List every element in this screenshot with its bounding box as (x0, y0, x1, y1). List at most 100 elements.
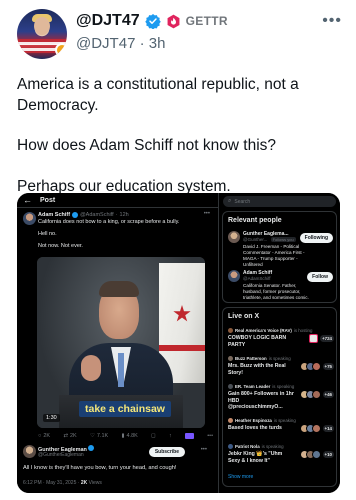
host-avatar (228, 418, 233, 423)
relevant-person-avatar (228, 270, 240, 282)
relevant-people-title: Relevant people (228, 217, 282, 224)
live-status: is speaking (261, 444, 284, 449)
live-item: Heather Espinoza is speaking Based loves … (228, 418, 334, 433)
repost-count: 2K (69, 433, 77, 439)
relevant-person-bio: California Senator. Father, husband, for… (243, 283, 309, 300)
tweet-time: 12h (119, 212, 129, 218)
listener-count: +724 (320, 335, 334, 342)
video-caption: take a chainsaw (79, 401, 171, 417)
live-host-name: ER. Team Leader (235, 384, 271, 389)
embed-main-column: ← Post Adam Schiff @AdamSchiff · 12h •••… (17, 193, 218, 493)
relevant-person-avatar (228, 231, 240, 243)
more-icon: ••• (207, 433, 213, 439)
live-host-name: Patriot Nola (235, 444, 260, 449)
live-listeners: +75 (299, 362, 334, 371)
live-status: is speaking (268, 356, 291, 361)
relevant-person-handle: @Gunther... (243, 237, 268, 242)
avatar[interactable] (17, 9, 67, 59)
live-item-title: Jebkr King 👑's "Uhm Sexy & I know It" (228, 451, 283, 464)
embed-topbar: ← Post (17, 193, 218, 208)
live-status: is hosting (293, 328, 313, 333)
live-item-title: COWBOY LOGIC BARN PARTY (228, 335, 287, 348)
verified-icon (72, 212, 79, 218)
show-more-link: Show more (228, 474, 254, 480)
live-status: is speaking (272, 384, 295, 389)
tweet-author-handle: @AdamSchiff (80, 212, 114, 218)
live-listeners: +46 (299, 390, 334, 399)
repost-action: ⇄ 2K (63, 433, 76, 439)
relevant-people-panel: Relevant people Gunther Eaglema... @Gunt… (222, 211, 337, 303)
live-item-title: Gain 800+ Followers in 1hr HBD @precious… (228, 391, 294, 410)
host-avatar (228, 444, 233, 449)
back-arrow-icon: ← (23, 195, 32, 205)
time-ago[interactable]: 3h (149, 35, 166, 52)
live-item: Real America's Voice (RAV) is hosting COW… (228, 328, 334, 348)
live-host-name: Buzz Patterson (235, 356, 267, 361)
live-item-title: Based loves the turds (228, 425, 282, 431)
live-host-name: Real America's Voice (RAV) (235, 328, 292, 333)
tweet-author-name: Adam Schiff (38, 212, 71, 218)
following-button: Following (299, 233, 333, 243)
listener-avatar (311, 390, 321, 399)
speaker-hand (81, 355, 101, 381)
tweet-line: Hell no. (38, 231, 57, 237)
share-icon: ↑ (168, 433, 172, 439)
like-action: ♡ 7.1K (90, 433, 108, 439)
views-icon: ▮ (121, 433, 125, 439)
gunther-avatar (23, 445, 36, 458)
tweet-actions: ○ 2K ⇄ 2K ♡ 7.1K ▮ 4.8K ◻ ↑ ••• (38, 433, 213, 439)
display-name[interactable]: @DJT47 (76, 12, 140, 30)
live-listeners: +10 (299, 450, 334, 459)
relevant-person-handle-row: @Gunther... Follows you (243, 237, 296, 242)
verified-icon (144, 14, 161, 29)
listener-avatar (311, 424, 321, 433)
live-listeners: +14 (299, 424, 334, 433)
verified-icon (88, 445, 95, 451)
speaker-tie (118, 353, 124, 387)
post-paragraph: America is a constitutional republic, no… (17, 76, 299, 114)
handle[interactable]: @DJT47 (76, 35, 135, 52)
live-title: Live on X (228, 313, 260, 320)
handle-separator: · (139, 35, 149, 52)
live-host: Real America's Voice (RAV) is hosting (228, 328, 334, 333)
follows-you-badge: Follows you (270, 237, 296, 242)
listener-count: +14 (322, 425, 334, 432)
schiff-avatar (23, 212, 36, 225)
repost-icon: ⇄ (63, 433, 68, 439)
reply-author-handle: @GuntherEagleman (38, 452, 84, 458)
reply-views-label: Views (88, 480, 102, 486)
search-input: ⌕ Search (223, 196, 336, 207)
subscribe-button: Subscribe (148, 447, 185, 457)
avatar-head (34, 17, 50, 35)
handle-row: @DJT47 · 3h (76, 35, 165, 52)
live-listeners: +724 (309, 334, 334, 343)
tweet-author: Adam Schiff @AdamSchiff · 12h (38, 212, 129, 218)
grok-icon (184, 433, 194, 439)
reply-count: 2K (43, 433, 51, 439)
more-options-icon[interactable]: ••• (322, 12, 342, 30)
host-avatar (228, 384, 233, 389)
video-duration: 1:30 (43, 414, 60, 422)
bookmark-icon: ◻ (151, 433, 156, 439)
like-count: 7.1K (96, 433, 109, 439)
reply-more-icon: ••• (200, 447, 207, 453)
relevant-person-handle: @AdamSchiff (243, 276, 271, 281)
tweet-video: take a chainsaw 1:30 (37, 257, 205, 428)
embed-post-title: Post (40, 196, 56, 204)
tweet-line: Not now. Not ever. (38, 243, 83, 249)
host-avatar (228, 356, 233, 361)
reply-views: 2K (80, 480, 88, 486)
author-name-row: @DJT47 GETTR (76, 12, 228, 30)
live-item: Patriot Nola is speaking Jebkr King 👑's "… (228, 444, 334, 464)
listener-avatar (311, 450, 321, 459)
listener-avatar (311, 362, 321, 371)
live-host: Buzz Patterson is speaking (228, 356, 334, 361)
speaker-hair (99, 281, 139, 297)
tweet-body: California does not bow to a king, or sc… (38, 219, 213, 255)
reply-action: ○ 2K (38, 433, 50, 439)
views-action: ▮ 4.8K (121, 433, 137, 439)
live-status: is speaking (273, 418, 296, 423)
embedded-screenshot[interactable]: ← Post Adam Schiff @AdamSchiff · 12h •••… (17, 193, 340, 493)
live-item: Buzz Patterson is speaking Mrs. Buzz with… (228, 356, 334, 376)
live-item: ER. Team Leader is speaking Gain 800+ Fol… (228, 384, 334, 411)
